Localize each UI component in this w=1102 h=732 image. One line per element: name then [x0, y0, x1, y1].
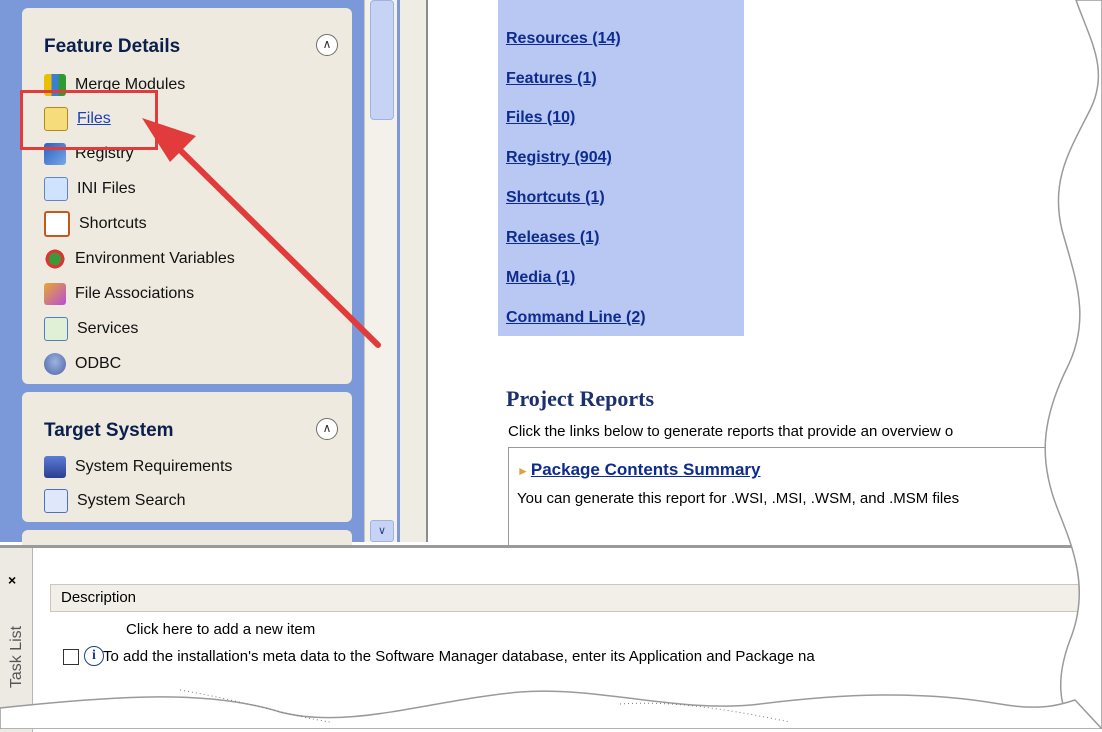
system-requirements-icon — [44, 456, 66, 478]
close-icon[interactable]: × — [8, 572, 16, 588]
link-shortcuts[interactable]: Shortcuts (1) — [506, 189, 605, 207]
add-new-item[interactable]: Click here to add a new item — [126, 621, 315, 638]
column-header-label: Description — [61, 589, 137, 606]
collapse-target-system-button[interactable]: ∧ — [316, 418, 338, 440]
sidebar-item-label: File Associations — [75, 285, 195, 302]
sidebar-item-odbc[interactable]: ODBC — [44, 349, 121, 379]
summary-links-panel: Resources (14) Features (1) Files (10) R… — [498, 0, 744, 336]
link-media[interactable]: Media (1) — [506, 269, 575, 287]
sidebar-item-label: System Search — [77, 492, 186, 509]
files-highlight-box — [20, 90, 158, 150]
pane-splitter[interactable] — [400, 0, 428, 542]
odbc-icon — [44, 353, 66, 375]
report-link-label: Package Contents Summary — [530, 460, 761, 479]
feature-details-title: Feature Details — [44, 36, 181, 57]
target-system-group: Target System ∧ System Requirements Syst… — [22, 392, 352, 522]
link-releases[interactable]: Releases (1) — [506, 229, 599, 247]
task-checkbox[interactable] — [63, 649, 79, 665]
report-description: You can generate this report for .WSI, .… — [517, 490, 960, 507]
file-associations-icon — [44, 283, 66, 305]
sidebar-item-label: Services — [77, 320, 139, 337]
shortcuts-icon — [44, 211, 70, 237]
services-icon — [44, 317, 68, 341]
sidebar-item-ini-files[interactable]: INI Files — [44, 174, 136, 204]
report-arrow-icon: ► — [517, 464, 529, 478]
report-box: ► Package Contents Summary You can genera… — [508, 447, 1102, 549]
sidebar-item-label: System Requirements — [75, 458, 233, 475]
task-list-tab[interactable]: × Task List — [0, 548, 33, 732]
task-pane: Feature Details ∧ Merge Modules Files Re… — [0, 0, 400, 550]
link-files[interactable]: Files (10) — [506, 109, 575, 127]
sidebar-item-system-requirements[interactable]: System Requirements — [44, 452, 232, 482]
target-system-header[interactable]: Target System ∧ — [22, 392, 352, 444]
collapse-feature-details-button[interactable]: ∧ — [316, 34, 338, 56]
link-features[interactable]: Features (1) — [506, 70, 597, 88]
task-pane-scrollbar[interactable]: ∨ — [364, 0, 397, 542]
link-registry[interactable]: Registry (904) — [506, 149, 612, 167]
project-reports-description: Click the links below to generate report… — [508, 423, 954, 440]
scroll-down-icon[interactable]: ∨ — [370, 520, 394, 542]
feature-details-group: Feature Details ∧ Merge Modules Files Re… — [22, 8, 352, 384]
sidebar-item-system-search[interactable]: System Search — [44, 486, 185, 516]
sidebar-item-label: ODBC — [75, 355, 122, 372]
link-resources[interactable]: Resources (14) — [506, 30, 621, 48]
sidebar-item-shortcuts[interactable]: Shortcuts — [44, 209, 147, 239]
target-system-title: Target System — [44, 420, 174, 441]
ini-files-icon — [44, 177, 68, 201]
system-search-icon — [44, 489, 68, 513]
sidebar-item-label: Shortcuts — [79, 215, 147, 232]
sidebar-item-label: Environment Variables — [75, 250, 235, 267]
sidebar-item-file-associations[interactable]: File Associations — [44, 279, 194, 309]
project-reports-heading: Project Reports — [506, 386, 655, 411]
task-row-text[interactable]: To add the installation's meta data to t… — [103, 648, 815, 665]
column-header-description[interactable]: Description — [50, 584, 1102, 612]
scrollbar-thumb[interactable] — [370, 0, 394, 120]
sidebar-item-environment-variables[interactable]: Environment Variables — [44, 244, 235, 274]
feature-details-header[interactable]: Feature Details ∧ — [22, 8, 352, 60]
main-content: Resources (14) Features (1) Files (10) R… — [428, 0, 1102, 549]
sidebar-item-label: INI Files — [77, 180, 136, 197]
environment-variables-icon — [44, 248, 66, 270]
sidebar-item-services[interactable]: Services — [44, 314, 138, 344]
task-list-panel: × Task List Description Click here to ad… — [0, 545, 1102, 732]
package-contents-summary-link[interactable]: ► Package Contents Summary — [517, 460, 760, 480]
link-command-line[interactable]: Command Line (2) — [506, 309, 646, 327]
task-list-tab-label: Task List — [8, 625, 26, 689]
info-icon: i — [84, 646, 104, 666]
